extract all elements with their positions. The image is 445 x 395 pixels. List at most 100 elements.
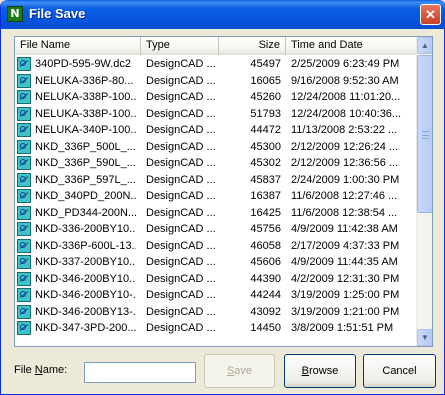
file-size-cell: 45756 <box>250 223 281 235</box>
file-row[interactable]: NKD-347-3PD-200... DesignCAD ... 14450 3/8/… <box>15 320 418 337</box>
close-button[interactable]: ✕ <box>420 4 441 25</box>
column-header-file-name[interactable]: File Name <box>15 37 141 55</box>
file-date-cell: 2/24/2009 1:00:30 PM <box>291 173 400 186</box>
file-row[interactable]: NKD-336P-600L-13... DesignCAD ... 46058 2/1… <box>15 238 418 255</box>
file-name-text: NKD_PD344-200N... <box>35 206 136 219</box>
file-name-label: File Name: <box>14 364 68 376</box>
file-name-cell[interactable]: NELUKA-338P-100... <box>15 89 141 106</box>
file-type-cell: DesignCAD ... <box>146 223 216 235</box>
file-name-cell[interactable]: NKD-346-200BY10-... <box>15 287 141 304</box>
file-date-cell: 2/12/2009 12:26:24 ... <box>291 140 399 153</box>
file-date-cell: 11/6/2008 12:27:46 ... <box>291 190 398 202</box>
file-type-cell: DesignCAD ... <box>146 157 216 169</box>
designcad-file-icon <box>17 205 31 220</box>
vertical-scrollbar[interactable]: ▲ ▼ <box>416 37 432 346</box>
file-type-cell: DesignCAD ... <box>146 173 216 186</box>
file-size-cell: 45300 <box>250 140 281 153</box>
file-type-cell: DesignCAD ... <box>146 239 216 252</box>
file-row[interactable]: NKD-336-200BY10... DesignCAD ... 45756 4/9/… <box>15 221 418 238</box>
file-date-cell: 9/16/2008 9:52:30 AM <box>291 74 399 87</box>
title-bar[interactable]: N File Save ✕ <box>1 0 445 29</box>
file-size-cell: 43092 <box>250 305 281 318</box>
designcad-file-icon <box>17 189 31 204</box>
file-name-text: NELUKA-338P-100... <box>35 91 136 103</box>
file-name-cell[interactable]: NKD-337-200BY10... <box>15 254 141 271</box>
file-name-text: NELUKA-336P-80... <box>35 74 134 87</box>
file-size-cell: 16065 <box>250 74 281 87</box>
file-name-text: 340PD-595-9W.dc2 <box>35 58 131 70</box>
file-name-input[interactable] <box>84 362 196 383</box>
file-type-cell: DesignCAD ... <box>146 124 216 136</box>
scroll-thumb[interactable] <box>417 55 432 213</box>
scroll-up-button[interactable]: ▲ <box>417 37 432 54</box>
save-button[interactable]: Save <box>204 354 275 388</box>
file-date-cell: 3/19/2009 1:25:00 PM <box>291 289 400 301</box>
file-name-text: NKD-347-3PD-200... <box>35 322 136 334</box>
file-row[interactable]: 340PD-595-9W.dc2 DesignCAD ... 45497 2/25/2… <box>15 56 418 73</box>
file-name-text: NKD_336P_590L_... <box>35 157 136 169</box>
file-date-cell: 2/25/2009 6:23:49 PM <box>291 58 400 70</box>
file-name-cell[interactable]: NKD_336P_590L_... <box>15 155 141 172</box>
scroll-down-button[interactable]: ▼ <box>417 329 432 346</box>
scroll-grip-icon <box>422 131 429 139</box>
file-type-cell: DesignCAD ... <box>146 91 216 103</box>
designcad-file-icon <box>17 321 31 336</box>
file-size-cell: 44390 <box>250 272 281 285</box>
designcad-file-icon <box>17 288 31 303</box>
file-row[interactable]: NELUKA-336P-80... DesignCAD ... 16065 9/16/… <box>15 73 418 90</box>
file-size-cell: 45302 <box>250 157 281 169</box>
file-name-cell[interactable]: NKD_336P_597L_... <box>15 172 141 189</box>
file-name-cell[interactable]: NKD-347-3PD-200... <box>15 320 141 337</box>
file-name-cell[interactable]: NELUKA-338P-100... <box>15 106 141 123</box>
file-row[interactable]: NKD-346-200BY10... DesignCAD ... 44390 4/2/… <box>15 271 418 288</box>
file-row[interactable]: NKD_PD344-200N... DesignCAD ... 16425 11/6/… <box>15 205 418 222</box>
file-name-cell[interactable]: NKD-346-200BY13-... <box>15 304 141 321</box>
column-header-size[interactable]: Size <box>219 37 286 55</box>
file-type-cell: DesignCAD ... <box>146 58 216 70</box>
browse-button[interactable]: Browse <box>284 354 356 388</box>
file-row[interactable]: NKD_336P_590L_... DesignCAD ... 45302 2/12/… <box>15 155 418 172</box>
column-header-time-and-date[interactable]: Time and Date <box>286 37 418 55</box>
designcad-file-icon <box>17 156 31 171</box>
file-name-text: NKD-346-200BY13-... <box>35 305 136 318</box>
file-row[interactable]: NKD_336P_500L_... DesignCAD ... 45300 2/12/… <box>15 139 418 156</box>
app-icon: N <box>7 6 23 22</box>
file-name-cell[interactable]: NKD_PD344-200N... <box>15 205 141 222</box>
file-name-cell[interactable]: NKD-336-200BY10... <box>15 221 141 238</box>
file-row[interactable]: NELUKA-338P-100... DesignCAD ... 51793 12/2… <box>15 106 418 123</box>
file-list[interactable]: File Name Type Size Time and Date 340PD-… <box>14 36 433 347</box>
file-row[interactable]: NELUKA-338P-100... DesignCAD ... 45260 12/2… <box>15 89 418 106</box>
designcad-file-icon <box>17 255 31 270</box>
file-name-cell[interactable]: NKD_340PD_200N... <box>15 188 141 205</box>
file-date-cell: 4/9/2009 11:42:38 AM <box>291 223 398 235</box>
file-row[interactable]: NKD_340PD_200N... DesignCAD ... 16387 11/6/… <box>15 188 418 205</box>
file-size-cell: 45606 <box>250 256 281 268</box>
file-name-text: NKD_336P_597L_... <box>35 173 136 186</box>
file-name-cell[interactable]: 340PD-595-9W.dc2 <box>15 56 141 73</box>
column-header-type[interactable]: Type <box>141 37 219 55</box>
file-name-cell[interactable]: NKD-346-200BY10... <box>15 271 141 288</box>
file-name-text: NKD-346-200BY10... <box>35 272 136 285</box>
file-name-cell[interactable]: NELUKA-336P-80... <box>15 73 141 90</box>
file-size-cell: 44244 <box>250 289 281 301</box>
file-date-cell: 4/9/2009 11:44:35 AM <box>291 256 398 268</box>
designcad-file-icon <box>17 57 31 72</box>
file-size-cell: 46058 <box>250 239 281 252</box>
designcad-file-icon <box>17 222 31 237</box>
file-row[interactable]: NKD-346-200BY13-... DesignCAD ... 43092 3/1… <box>15 304 418 321</box>
file-row[interactable]: NKD-346-200BY10-... DesignCAD ... 44244 3/1… <box>15 287 418 304</box>
file-row[interactable]: NELUKA-340P-100... DesignCAD ... 44472 11/1… <box>15 122 418 139</box>
file-date-cell: 12/24/2008 11:01:20... <box>291 91 401 103</box>
designcad-file-icon <box>17 106 31 121</box>
designcad-file-icon <box>17 73 31 88</box>
file-type-cell: DesignCAD ... <box>146 289 216 301</box>
file-row[interactable]: NKD_336P_597L_... DesignCAD ... 45837 2/24/… <box>15 172 418 189</box>
file-row[interactable]: NKD-337-200BY10... DesignCAD ... 45606 4/9/… <box>15 254 418 271</box>
file-type-cell: DesignCAD ... <box>146 305 216 318</box>
cancel-button[interactable]: Cancel <box>363 354 436 388</box>
file-type-cell: DesignCAD ... <box>146 190 216 202</box>
file-name-cell[interactable]: NKD-336P-600L-13... <box>15 238 141 255</box>
file-name-text: NKD_340PD_200N... <box>35 190 136 202</box>
file-name-cell[interactable]: NKD_336P_500L_... <box>15 139 141 156</box>
file-name-cell[interactable]: NELUKA-340P-100... <box>15 122 141 139</box>
